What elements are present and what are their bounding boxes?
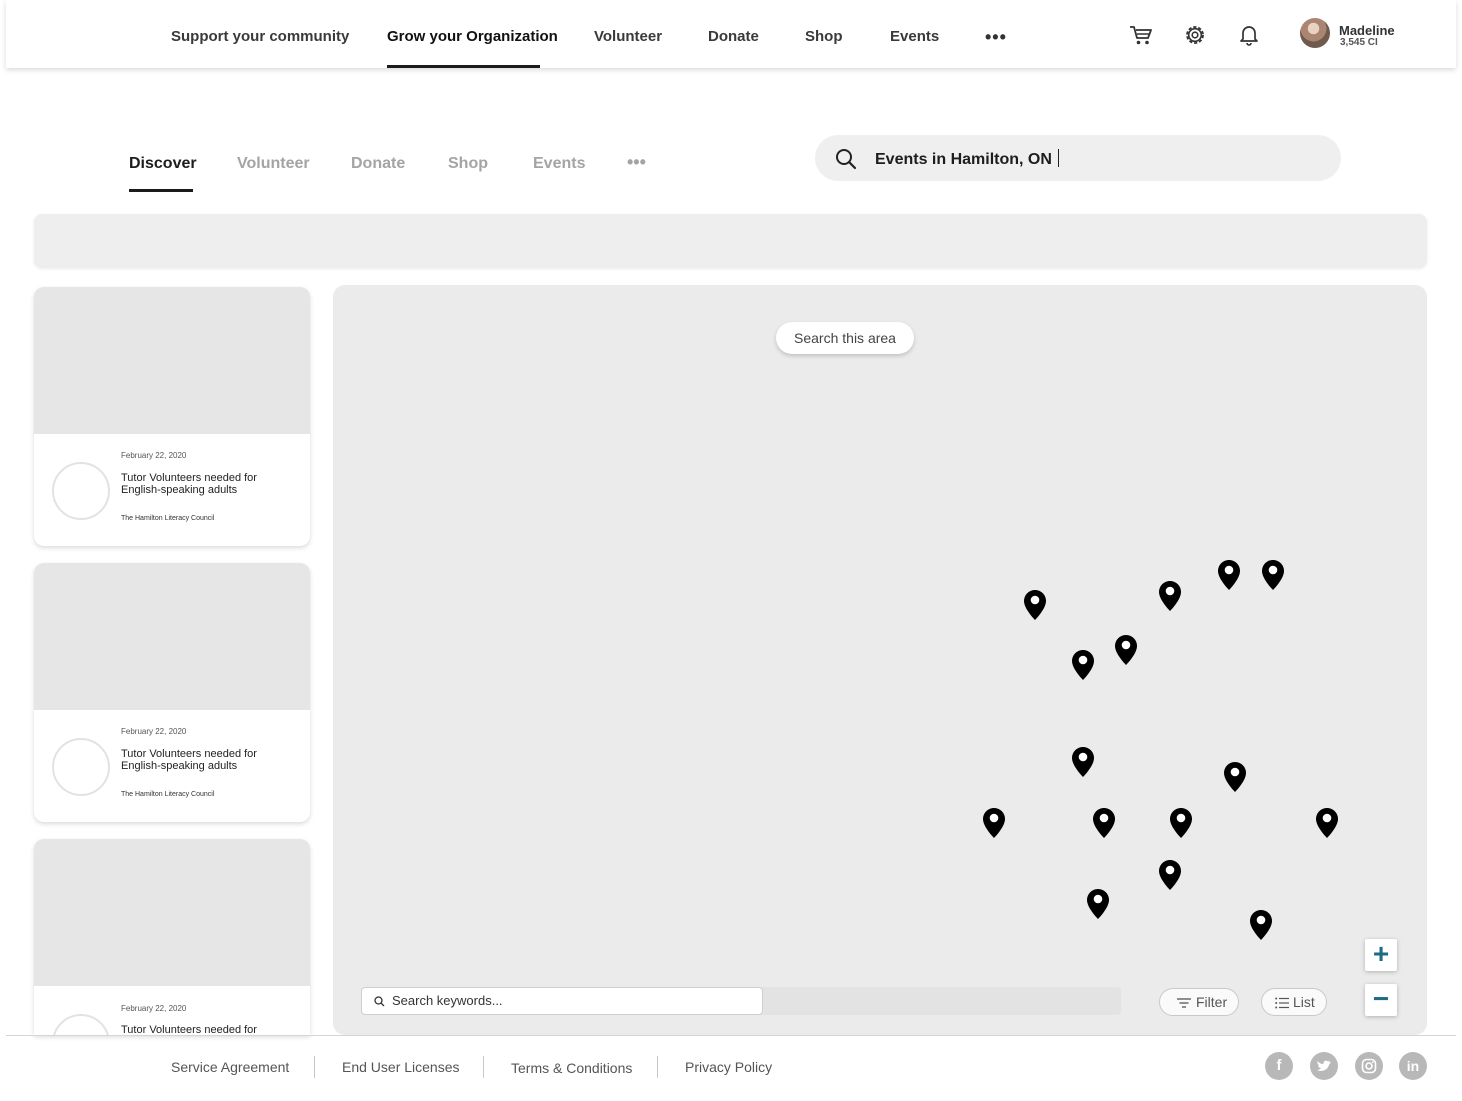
org-logo-placeholder <box>52 462 110 520</box>
map-pin-icon[interactable] <box>1249 909 1273 941</box>
map-pin-icon[interactable] <box>982 807 1006 839</box>
org-logo-placeholder <box>52 738 110 796</box>
footer-terms-conditions[interactable]: Terms & Conditions <box>511 1060 632 1076</box>
map-pin-icon[interactable] <box>1114 634 1138 666</box>
map-pin-icon[interactable] <box>1158 580 1182 612</box>
topnav-events[interactable]: Events <box>890 28 939 45</box>
events-map[interactable]: Search this area + − Search keywords... … <box>333 285 1427 1035</box>
event-card[interactable]: February 22, 2020 Tutor Volunteers neede… <box>34 839 310 1035</box>
card-image-placeholder <box>34 287 310 434</box>
user-name[interactable]: Madeline <box>1339 23 1395 38</box>
card-date: February 22, 2020 <box>121 727 187 736</box>
tab-donate[interactable]: Donate <box>351 155 405 173</box>
search-icon <box>374 996 385 1007</box>
topnav-donate[interactable]: Donate <box>708 28 759 45</box>
card-title: Tutor Volunteers needed for <box>121 1024 257 1035</box>
search-icon <box>836 149 857 170</box>
banner-placeholder <box>34 214 1427 268</box>
map-pin-icon[interactable] <box>1086 888 1110 920</box>
gear-icon[interactable] <box>1182 22 1208 48</box>
event-card[interactable]: February 22, 2020 Tutor Volunteers neede… <box>34 563 310 822</box>
zoom-out-button[interactable]: − <box>1365 984 1397 1016</box>
twitter-icon[interactable] <box>1310 1052 1338 1080</box>
map-pin-icon[interactable] <box>1092 807 1116 839</box>
card-date: February 22, 2020 <box>121 451 187 460</box>
tab-volunteer[interactable]: Volunteer <box>237 155 310 173</box>
linkedin-icon[interactable]: in <box>1399 1052 1427 1080</box>
list-view-button[interactable]: List <box>1261 988 1327 1016</box>
map-pin-icon[interactable] <box>1217 559 1241 591</box>
keyword-search-input[interactable]: Search keywords... <box>361 987 763 1015</box>
user-points: 3,545 CI <box>1340 37 1378 48</box>
top-navbar: Support your community Grow your Organiz… <box>6 0 1456 68</box>
card-org: The Hamilton Literacy Council <box>121 791 215 798</box>
topnav-more-icon[interactable]: ••• <box>985 27 1007 48</box>
search-value: Events in Hamilton, ON <box>875 149 1059 169</box>
map-pin-icon[interactable] <box>1071 649 1095 681</box>
avatar[interactable] <box>1300 18 1330 48</box>
map-pin-icon[interactable] <box>1071 746 1095 778</box>
card-title: Tutor Volunteers needed for English-spea… <box>121 472 257 496</box>
keyword-search-placeholder: Search keywords... <box>392 993 503 1008</box>
zoom-in-button[interactable]: + <box>1365 939 1397 971</box>
location-search-input[interactable]: Events in Hamilton, ON <box>815 135 1341 181</box>
filter-icon <box>1177 998 1191 1008</box>
bell-icon[interactable] <box>1236 22 1262 48</box>
map-pin-icon[interactable] <box>1158 859 1182 891</box>
map-pin-icon[interactable] <box>1223 761 1247 793</box>
footer-separator <box>314 1056 315 1078</box>
footer-end-user-licenses[interactable]: End User Licenses <box>342 1059 460 1075</box>
list-label: List <box>1293 994 1315 1010</box>
keyword-search-bar: Search keywords... <box>361 987 1121 1015</box>
footer-separator <box>483 1056 484 1078</box>
card-date: February 22, 2020 <box>121 1004 187 1013</box>
map-pin-icon[interactable] <box>1315 807 1339 839</box>
facebook-icon[interactable]: f <box>1265 1052 1293 1080</box>
card-title: Tutor Volunteers needed for English-spea… <box>121 748 257 772</box>
topnav-shop[interactable]: Shop <box>805 28 843 45</box>
filter-button[interactable]: Filter <box>1159 988 1239 1016</box>
map-pin-icon[interactable] <box>1169 807 1193 839</box>
topnav-support-community[interactable]: Support your community <box>171 28 349 45</box>
search-this-area-button[interactable]: Search this area <box>776 322 914 354</box>
map-pin-icon[interactable] <box>1023 589 1047 621</box>
topnav-active-underline <box>387 65 540 68</box>
subtab-more-icon[interactable]: ••• <box>627 152 646 173</box>
tab-shop[interactable]: Shop <box>448 155 488 173</box>
map-pin-icon[interactable] <box>1261 559 1285 591</box>
org-logo-placeholder <box>52 1014 110 1035</box>
footer-service-agreement[interactable]: Service Agreement <box>171 1059 289 1075</box>
footer-privacy-policy[interactable]: Privacy Policy <box>685 1059 772 1075</box>
event-card[interactable]: February 22, 2020 Tutor Volunteers neede… <box>34 287 310 546</box>
tab-events[interactable]: Events <box>533 155 585 173</box>
instagram-icon[interactable] <box>1355 1052 1383 1080</box>
subtab-active-underline <box>129 189 193 192</box>
topnav-volunteer[interactable]: Volunteer <box>594 28 662 45</box>
tab-discover[interactable]: Discover <box>129 155 197 173</box>
card-image-placeholder <box>34 563 310 710</box>
list-icon <box>1275 997 1289 1009</box>
cart-icon[interactable] <box>1128 22 1154 48</box>
topnav-grow-organization[interactable]: Grow your Organization <box>387 28 558 45</box>
footer-separator <box>657 1056 658 1078</box>
card-org: The Hamilton Literacy Council <box>121 515 215 522</box>
footer-divider <box>6 1035 1456 1036</box>
filter-label: Filter <box>1196 994 1228 1010</box>
card-image-placeholder <box>34 839 310 986</box>
